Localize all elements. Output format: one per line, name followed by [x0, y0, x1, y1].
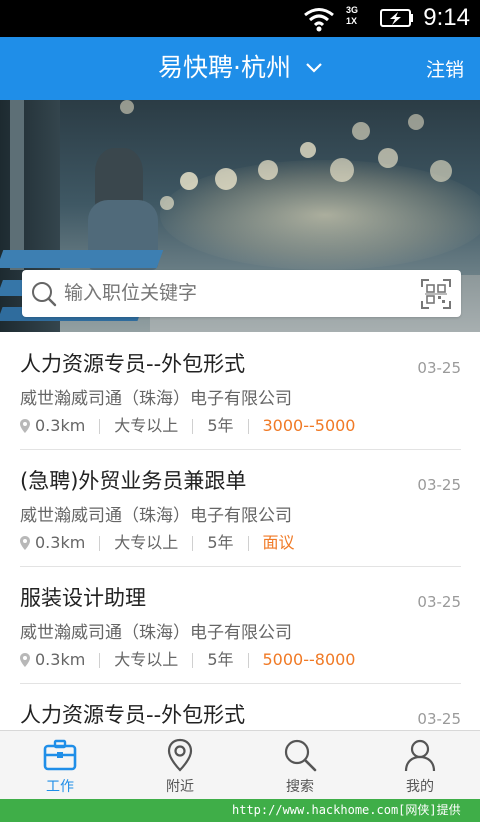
- tab-label: 附近: [166, 779, 194, 795]
- battery-charging-icon: [380, 9, 413, 27]
- status-bar: 3G 1X 9:14: [0, 0, 480, 37]
- clock: 9:14: [423, 4, 470, 31]
- wifi-icon: [304, 8, 334, 32]
- tab-label: 我的: [406, 779, 434, 795]
- job-distance: 0.3km: [35, 650, 86, 669]
- job-distance: 0.3km: [35, 416, 86, 435]
- qr-scan-icon[interactable]: [421, 279, 451, 309]
- job-experience: 5年: [207, 650, 234, 669]
- job-experience: 5年: [207, 416, 234, 435]
- network-bottom-label: 1X: [346, 16, 358, 26]
- job-salary: 3000--5000: [262, 416, 356, 435]
- divider: [192, 418, 194, 434]
- location-pin-icon: [20, 653, 30, 667]
- job-meta: 0.3km 大专以上 5年 3000--5000: [20, 416, 355, 436]
- job-education: 大专以上: [114, 650, 179, 669]
- divider: [99, 652, 101, 668]
- job-company: 威世瀚威司通（珠海）电子有限公司: [20, 623, 292, 643]
- divider: [247, 535, 249, 551]
- app-header: 易快聘·杭州 注销: [0, 37, 480, 100]
- job-title: 人力资源专员--外包形式: [20, 703, 246, 727]
- job-company: 威世瀚威司通（珠海）电子有限公司: [20, 389, 292, 409]
- job-title: 人力资源专员--外包形式: [20, 352, 246, 376]
- tab-nearby[interactable]: 附近: [120, 731, 240, 799]
- job-date: 03-25: [417, 593, 461, 611]
- job-item[interactable]: 服装设计助理 03-25 威世瀚威司通（珠海）电子有限公司 0.3km 大专以上…: [20, 566, 461, 684]
- logout-button[interactable]: 注销: [426, 59, 464, 81]
- divider: [99, 418, 101, 434]
- job-distance: 0.3km: [35, 533, 86, 552]
- divider: [247, 652, 249, 668]
- tab-label: 搜索: [286, 779, 314, 795]
- user-icon: [404, 739, 436, 772]
- search-input[interactable]: 输入职位关键字: [64, 281, 197, 305]
- watermark-text: http://www.hackhome.com[网侠]提供: [232, 803, 461, 817]
- divider: [192, 652, 194, 668]
- divider: [247, 418, 249, 434]
- app-screen: 3G 1X 9:14 易快聘·杭州 注销 输入职位关键字 人力资源专员--外包形…: [0, 0, 480, 799]
- tab-label: 工作: [46, 779, 74, 795]
- job-date: 03-25: [417, 710, 461, 728]
- search-icon: [32, 282, 57, 307]
- bottom-tab-bar: 工作 附近 搜索 我的: [0, 730, 480, 799]
- job-experience: 5年: [207, 533, 234, 552]
- job-company: 威世瀚威司通（珠海）电子有限公司: [20, 506, 292, 526]
- chevron-down-icon[interactable]: [306, 63, 322, 73]
- tab-work[interactable]: 工作: [0, 731, 120, 799]
- job-education: 大专以上: [114, 416, 179, 435]
- search-box[interactable]: 输入职位关键字: [22, 270, 461, 317]
- search-icon: [284, 739, 317, 772]
- divider: [192, 535, 194, 551]
- job-date: 03-25: [417, 476, 461, 494]
- network-top-label: 3G: [346, 5, 359, 15]
- job-item[interactable]: (急聘)外贸业务员兼跟单 03-25 威世瀚威司通（珠海）电子有限公司 0.3k…: [20, 449, 461, 567]
- job-meta: 0.3km 大专以上 5年 面议: [20, 533, 295, 553]
- job-item[interactable]: 人力资源专员--外包形式 03-25 威世瀚威司通（珠海）电子有限公司 0.3k…: [20, 332, 461, 450]
- divider: [99, 535, 101, 551]
- tab-search[interactable]: 搜索: [240, 731, 360, 799]
- job-meta: 0.3km 大专以上 5年 5000--8000: [20, 650, 355, 670]
- network-indicator: 3G 1X: [346, 5, 358, 27]
- job-salary: 面议: [262, 533, 295, 552]
- tab-me[interactable]: 我的: [360, 731, 480, 799]
- location-pin-icon: [20, 419, 30, 433]
- job-title: (急聘)外贸业务员兼跟单: [20, 469, 247, 493]
- job-date: 03-25: [417, 359, 461, 377]
- city-selector[interactable]: 易快聘·杭州: [158, 53, 291, 83]
- job-title: 服装设计助理: [20, 586, 146, 610]
- location-pin-icon: [20, 536, 30, 550]
- job-salary: 5000--8000: [262, 650, 356, 669]
- briefcase-icon: [43, 739, 77, 771]
- location-pin-icon: [167, 738, 193, 772]
- job-education: 大专以上: [114, 533, 179, 552]
